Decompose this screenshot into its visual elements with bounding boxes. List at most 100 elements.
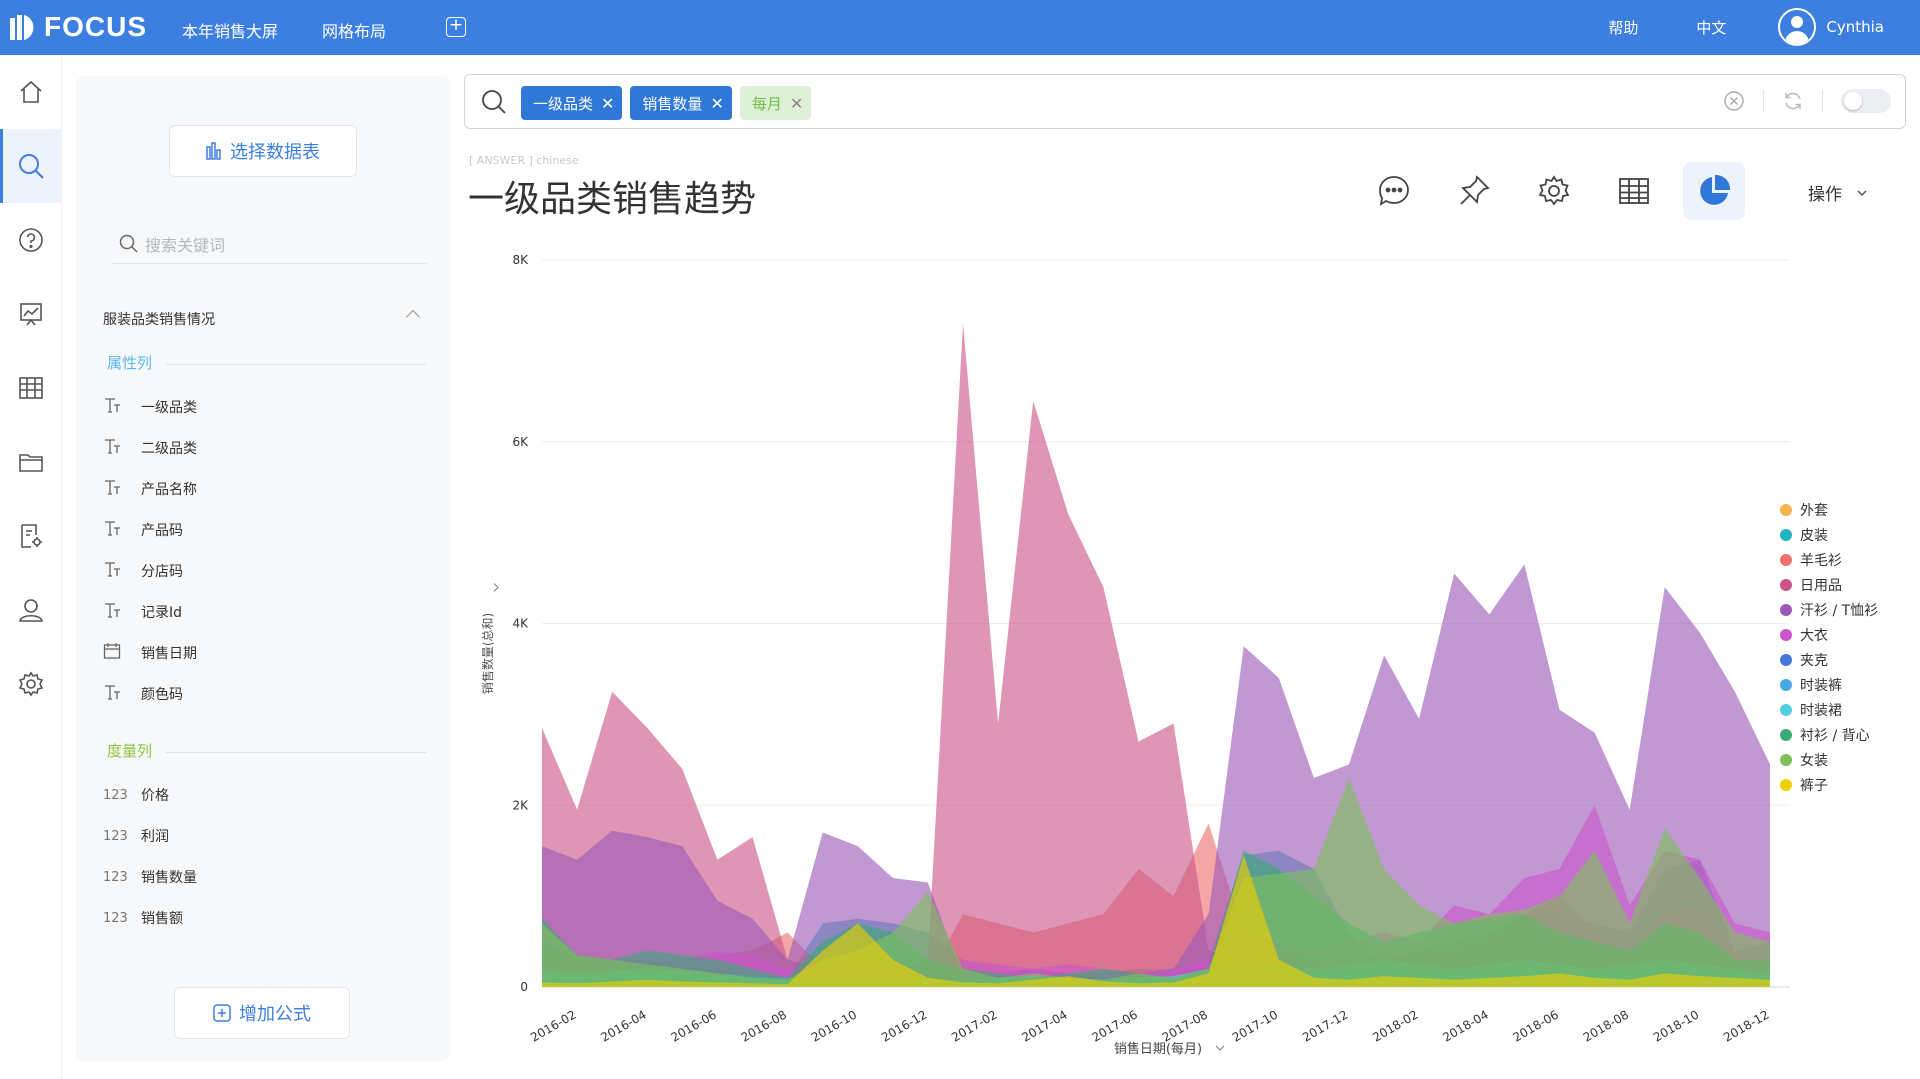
legend-item[interactable]: 裤子 <box>1780 772 1878 797</box>
logo-icon <box>10 15 34 40</box>
logo-text: FOCUS <box>44 11 147 42</box>
text-type-icon <box>103 396 141 418</box>
search-icon <box>482 90 506 114</box>
search-token[interactable]: 每月 ✕ <box>739 86 812 120</box>
legend-swatch <box>1780 528 1792 541</box>
attribute-field[interactable]: 记录Id <box>103 600 182 624</box>
token-remove-icon[interactable]: ✕ <box>790 94 803 113</box>
keyword-search-input[interactable]: 搜索关键词 <box>111 224 427 264</box>
legend-item[interactable]: 女装 <box>1780 747 1878 772</box>
rail-search[interactable] <box>0 129 62 203</box>
attribute-field[interactable]: 一级品类 <box>103 395 197 419</box>
rail-home[interactable] <box>0 55 62 129</box>
token-remove-icon[interactable]: ✕ <box>601 94 614 113</box>
avatar[interactable] <box>1778 8 1817 46</box>
field-name: 销售数量 <box>141 870 197 886</box>
legend-label: 裤子 <box>1800 777 1828 794</box>
rail-settings[interactable] <box>0 647 62 721</box>
legend-item[interactable]: 时装裙 <box>1780 697 1878 722</box>
legend-swatch <box>1780 603 1792 616</box>
field-name: 价格 <box>141 788 169 804</box>
rail-help[interactable] <box>0 203 62 277</box>
nav-tab-sales-screen[interactable]: 本年销售大屏 <box>182 18 278 42</box>
table-view-button[interactable] <box>1603 162 1665 220</box>
calendar-icon <box>103 642 141 664</box>
search-icon <box>119 234 138 253</box>
chart-type-button[interactable] <box>1683 162 1745 220</box>
top-nav: 本年销售大屏 网格布局 + <box>182 17 466 42</box>
field-name: 产品名称 <box>141 482 197 498</box>
legend-swatch <box>1780 628 1792 641</box>
number-type-icon: 123 <box>103 828 128 844</box>
legend-item[interactable]: 日用品 <box>1780 572 1878 597</box>
language-switch[interactable]: 中文 <box>1696 17 1726 38</box>
app-logo[interactable]: FOCUS <box>8 10 147 44</box>
attribute-field[interactable]: 销售日期 <box>103 641 197 665</box>
nav-tab-grid-layout[interactable]: 网格布局 <box>322 18 386 42</box>
legend-item[interactable]: 外套 <box>1780 497 1878 522</box>
search-token[interactable]: 销售数量 ✕ <box>630 86 732 120</box>
attribute-field[interactable]: 产品码 <box>103 518 183 542</box>
measure-field[interactable]: 123 利润 <box>103 824 169 848</box>
report-settings-icon <box>21 524 42 548</box>
x-tick-label: 2016-12 <box>879 1007 929 1044</box>
pin-icon <box>1460 175 1490 205</box>
legend-label: 女装 <box>1800 752 1828 769</box>
x-tick-label: 2017-10 <box>1230 1007 1280 1044</box>
rail-table[interactable] <box>0 351 62 425</box>
comment-button[interactable] <box>1363 162 1425 220</box>
legend-item[interactable]: 羊毛衫 <box>1780 547 1878 572</box>
collapse-chevron-icon[interactable] <box>405 309 421 325</box>
field-name: 二级品类 <box>141 441 197 457</box>
x-tick-label: 2016-02 <box>528 1007 578 1044</box>
divider <box>1763 90 1764 112</box>
measure-field[interactable]: 123 价格 <box>103 783 169 807</box>
token-remove-icon[interactable]: ✕ <box>710 94 723 113</box>
x-tick-label: 2018-04 <box>1440 1007 1490 1044</box>
choose-table-button[interactable]: 选择数据表 <box>169 125 357 177</box>
attribute-field[interactable]: 颜色码 <box>103 682 183 706</box>
operations-menu[interactable]: 操作 <box>1808 180 1868 205</box>
add-tab-button[interactable]: + <box>446 17 466 37</box>
clear-icon[interactable] <box>1723 90 1745 112</box>
legend-item[interactable]: 大衣 <box>1780 622 1878 647</box>
search-bar[interactable]: 一级品类 ✕ 销售数量 ✕ 每月 ✕ <box>464 74 1906 129</box>
mode-toggle[interactable] <box>1841 89 1891 113</box>
user-name[interactable]: Cynthia <box>1826 18 1884 36</box>
attribute-field[interactable]: 二级品类 <box>103 436 197 460</box>
chart-settings-button[interactable] <box>1523 162 1585 220</box>
search-tools <box>1723 89 1891 113</box>
rail-dashboard[interactable] <box>0 277 62 351</box>
text-type-icon <box>103 437 141 459</box>
rail-report-settings[interactable] <box>0 499 62 573</box>
measure-field[interactable]: 123 销售额 <box>103 906 183 930</box>
legend-swatch <box>1780 728 1792 741</box>
legend-item[interactable]: 皮装 <box>1780 522 1878 547</box>
search-token[interactable]: 一级品类 ✕ <box>521 86 623 120</box>
rail-folder[interactable] <box>0 425 62 499</box>
area-chart: 0 2K 4K 6K 8K 2016-02 2016-04 2016-06 2016-08 201… <box>480 253 1790 1057</box>
measure-divider <box>166 752 426 753</box>
settings-icon <box>18 671 44 697</box>
attribute-field[interactable]: 分店码 <box>103 559 183 583</box>
pin-button[interactable] <box>1443 162 1505 220</box>
x-tick-label: 2018-06 <box>1511 1007 1561 1044</box>
y-axis-title: 销售数量(总和) <box>480 613 495 694</box>
legend-item[interactable]: 汗衫 / T恤衫 <box>1780 597 1878 622</box>
attribute-field[interactable]: 产品名称 <box>103 477 197 501</box>
field-name: 销售日期 <box>141 646 197 662</box>
attribute-divider <box>166 364 426 365</box>
field-name: 颜色码 <box>141 687 183 703</box>
add-formula-button[interactable]: 增加公式 <box>174 987 350 1039</box>
measure-field[interactable]: 123 销售数量 <box>103 865 197 889</box>
answer-title: 一级品类销售趋势 <box>468 179 757 220</box>
text-type-icon <box>103 560 141 582</box>
legend-item[interactable]: 时装裤 <box>1780 672 1878 697</box>
x-tick-label: 2017-08 <box>1160 1007 1210 1044</box>
refresh-icon[interactable] <box>1782 90 1804 112</box>
legend-item[interactable]: 夹克 <box>1780 647 1878 672</box>
help-link[interactable]: 帮助 <box>1608 17 1638 38</box>
y-tick-label: 4K <box>512 617 529 631</box>
rail-user[interactable] <box>0 573 62 647</box>
legend-item[interactable]: 衬衫 / 背心 <box>1780 722 1878 747</box>
